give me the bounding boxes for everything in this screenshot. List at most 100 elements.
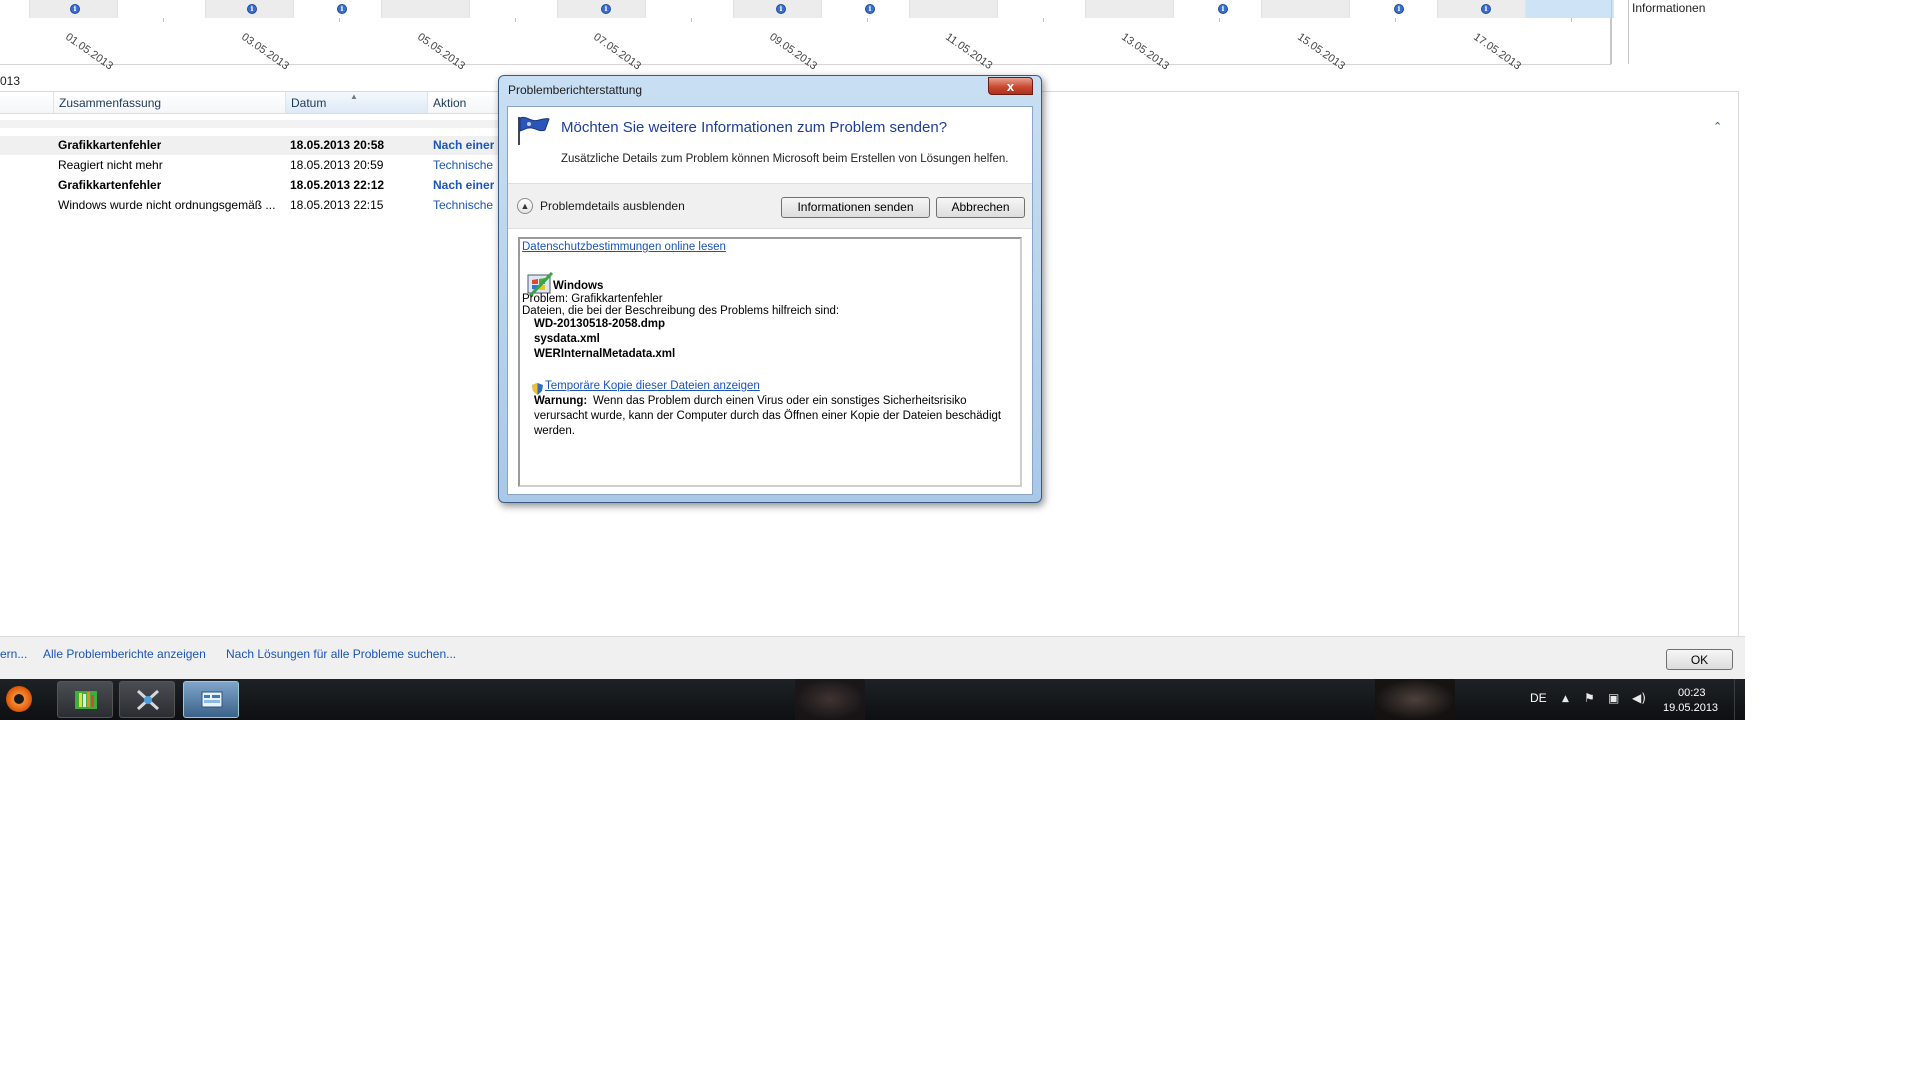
info-icon[interactable]: i — [601, 4, 611, 14]
warning-text: Wenn das Problem durch einen Virus oder … — [593, 395, 967, 407]
timeline-tick — [691, 18, 692, 22]
problem-reporting-dialog: Problemberichterstattung x Möchten Sie w… — [498, 75, 1042, 503]
timeline-date-label: 09.05.2013 — [767, 31, 820, 73]
timeline-day-column[interactable] — [0, 0, 30, 18]
close-icon: x — [1006, 79, 1015, 94]
dialog-button-strip: ▲ Problemdetails ausblenden Informatione… — [508, 183, 1032, 229]
start-button[interactable] — [6, 686, 32, 712]
info-icon[interactable]: i — [247, 4, 257, 14]
tool-app-icon — [136, 689, 160, 711]
dialog-heading: Möchten Sie weitere Informationen zum Pr… — [561, 119, 948, 136]
timeline-tick — [1219, 18, 1220, 22]
row-action-link[interactable]: Nach einer — [433, 136, 494, 155]
timeline-legend-informationen: Informationen — [1632, 1, 1706, 15]
cancel-button[interactable]: Abbrechen — [936, 197, 1025, 218]
row-summary: Reagiert nicht mehr — [58, 158, 163, 172]
info-icon[interactable]: i — [865, 4, 875, 14]
warning-text: verursacht wurde, kann der Computer durc… — [534, 410, 1002, 422]
reliability-timeline[interactable]: i i i i i i i i i 01.05.2013 03.05.2013 05.05.2013… — [0, 0, 1614, 72]
details-file: WD-20130518-2058.dmp — [534, 318, 666, 330]
details-problem: Problem: Grafikkartenfehler — [522, 293, 663, 305]
send-information-button[interactable]: Informationen senden — [781, 197, 930, 218]
volume-icon[interactable]: ◀) — [1632, 691, 1646, 705]
timeline-day-column[interactable] — [910, 0, 998, 18]
timeline-date-label: 17.05.2013 — [1471, 31, 1524, 73]
info-icon[interactable]: i — [1481, 4, 1491, 14]
details-app-name: Windows — [553, 280, 604, 292]
timeline-tick — [339, 18, 340, 22]
details-file: sysdata.xml — [534, 333, 600, 345]
row-action-link[interactable]: Nach einer — [433, 176, 494, 195]
info-icon[interactable]: i — [337, 4, 347, 14]
timeline-date-label: 07.05.2013 — [591, 31, 644, 73]
period-label: 013 — [0, 74, 21, 88]
flag-icon — [518, 116, 550, 145]
toggle-details-label[interactable]: Problemdetails ausblenden — [540, 199, 685, 213]
warning-label: Warnung: — [534, 395, 588, 407]
info-icon[interactable]: i — [1218, 4, 1228, 14]
clock-time[interactable]: 00:23 — [1678, 687, 1706, 699]
row-action-link[interactable]: Technische — [433, 156, 493, 175]
partial-link[interactable]: ern... — [0, 647, 27, 661]
ok-button[interactable]: OK — [1666, 649, 1733, 670]
row-date: 18.05.2013 22:12 — [290, 178, 385, 192]
problem-details-box[interactable]: Datenschutzbestimmungen online lesen Win… — [518, 237, 1022, 487]
list-row[interactable]: Reagiert nicht mehr 18.05.2013 20:59 Tec… — [0, 156, 520, 175]
timeline-tick — [867, 18, 868, 22]
network-icon[interactable]: ▣ — [1608, 691, 1619, 705]
timeline-date-label: 03.05.2013 — [239, 31, 292, 73]
timeline-day-column[interactable] — [646, 0, 734, 18]
timeline-date-label: 05.05.2013 — [415, 31, 468, 73]
list-row[interactable]: Grafikkartenfehler 18.05.2013 22:12 Nach… — [0, 176, 520, 195]
taskbar: DE ▲ ⚑ ▣ ◀) 00:23 19.05.2013 — [0, 679, 1745, 720]
timeline-day-column[interactable] — [998, 0, 1086, 18]
timeline-date-label: 01.05.2013 — [63, 31, 116, 73]
clock-date[interactable]: 19.05.2013 — [1663, 702, 1718, 714]
row-summary: Windows wurde nicht ordnungsgemäß ... — [58, 198, 276, 212]
taskbar-app-control-panel[interactable] — [183, 681, 239, 718]
list-row[interactable]: Grafikkartenfehler 18.05.2013 20:58 Nach… — [0, 136, 520, 155]
timeline-legend-row-box — [1611, 0, 1629, 64]
column-header-blank[interactable] — [0, 92, 54, 114]
details-file: WERInternalMetadata.xml — [534, 348, 676, 360]
timeline-day-column[interactable] — [118, 0, 206, 18]
all-problem-reports-link[interactable]: Alle Problemberichte anzeigen — [43, 647, 206, 661]
row-action-link[interactable]: Technische — [433, 196, 493, 215]
timeline-day-column[interactable] — [1526, 0, 1614, 18]
dialog-title: Problemberichterstattung — [508, 83, 643, 97]
info-icon[interactable]: i — [70, 4, 80, 14]
action-center-flag-icon[interactable]: ⚑ — [1584, 691, 1595, 705]
timeline-date-label: 11.05.2013 — [943, 31, 995, 72]
list-row[interactable]: Windows wurde nicht ordnungsgemäß ... 18… — [0, 196, 520, 215]
timeline-date-label: 15.05.2013 — [1295, 31, 1348, 73]
taskbar-app-tool[interactable] — [119, 681, 175, 718]
taskbar-app-library[interactable] — [57, 681, 113, 718]
timeline-day-column[interactable] — [1086, 0, 1174, 18]
collapse-group-chevron-icon[interactable]: ⌃ — [1713, 120, 1722, 133]
info-icon[interactable]: i — [776, 4, 786, 14]
privacy-statement-link[interactable]: Datenschutzbestimmungen online lesen — [522, 241, 726, 253]
details-files-intro: Dateien, die bei der Beschreibung des Pr… — [522, 305, 840, 317]
search-solutions-link[interactable]: Nach Lösungen für alle Probleme suchen..… — [226, 647, 456, 661]
timeline-tick — [1395, 18, 1396, 22]
dialog-subtext: Zusätzliche Details zum Problem können M… — [561, 153, 1009, 165]
language-indicator[interactable]: DE — [1530, 691, 1547, 705]
timeline-tick — [1043, 18, 1044, 22]
chevron-up-icon[interactable]: ▲ — [517, 198, 533, 214]
info-icon[interactable]: i — [1394, 4, 1404, 14]
timeline-tick — [515, 18, 516, 22]
timeline-date-label: 13.05.2013 — [1119, 31, 1172, 73]
timeline-tick — [163, 18, 164, 22]
timeline-day-column[interactable] — [1262, 0, 1350, 18]
sort-ascending-icon: ▲ — [350, 92, 358, 101]
wallpaper-glimpse — [1375, 679, 1455, 720]
timeline-day-column[interactable] — [470, 0, 558, 18]
close-button[interactable]: x — [988, 77, 1033, 95]
library-app-icon — [75, 691, 97, 709]
shield-icon — [532, 383, 543, 395]
column-header-summary[interactable]: Zusammenfassung — [54, 92, 286, 114]
show-hidden-icons-arrow[interactable]: ▲ — [1562, 694, 1569, 704]
temporary-copy-link[interactable]: Temporäre Kopie dieser Dateien anzeigen — [545, 380, 760, 392]
show-desktop-button[interactable] — [1734, 679, 1746, 720]
timeline-day-column[interactable] — [382, 0, 470, 18]
